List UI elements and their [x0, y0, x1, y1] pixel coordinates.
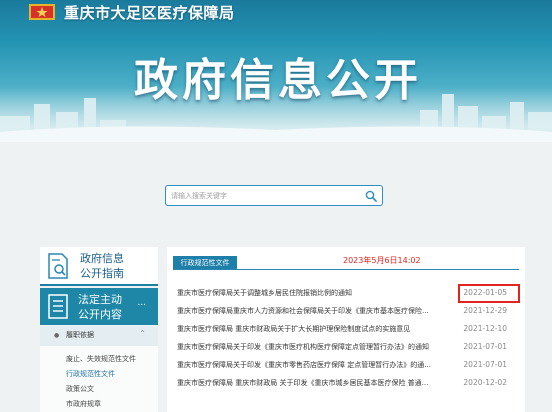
current-datetime: 2023年5月6日14:02	[343, 256, 421, 265]
list-item-date: 2021-12-10	[463, 324, 507, 333]
list-item-title[interactable]: 重庆市医疗保障局 重庆市财政局 关于印发《重庆市城乡居民基本医疗保险 普通...	[177, 378, 455, 388]
list-item-title[interactable]: 重庆市医疗保障局重庆市人力资源和社会保障局关于印发《重庆市基本医疗保险...	[177, 306, 455, 316]
submenu-item-active[interactable]: 行政规范性文件	[66, 369, 115, 379]
list-item[interactable]: 重庆市医疗保障局关于印发《重庆市零售药店医疗保障 定点管理暂行办法》的通... …	[177, 357, 519, 373]
page-title: 政府信息公开	[134, 55, 422, 106]
list-item[interactable]: 重庆市医疗保障局 重庆市财政局 关于印发《重庆市城乡居民基本医疗保险 普通...…	[177, 375, 519, 391]
submenu-item[interactable]: 废止、失效规范性文件	[66, 354, 136, 364]
list-item-date: 2021-12-29	[463, 306, 507, 315]
active-label-line2: 公开内容	[78, 308, 122, 321]
date-highlight-box	[458, 284, 520, 303]
tab-administrative-normative-documents[interactable]: 行政规范性文件	[173, 256, 237, 270]
submenu-item[interactable]: 政策公文	[66, 384, 94, 394]
more-indicator: ...	[137, 298, 146, 308]
active-label-line1: 法定主动	[78, 293, 122, 306]
sidebar-item-statutory-disclosure[interactable]: 法定主动 公开内容 ...	[40, 288, 158, 325]
emblem-logo-icon	[29, 4, 55, 20]
submenu-item[interactable]: 市政府规章	[66, 399, 101, 409]
list-item[interactable]: 重庆市医疗保障局关于印发《重庆市医疗机构医疗保障定点管理暂行办法》的通知 202…	[177, 339, 519, 355]
list-item[interactable]: 重庆市医疗保障局重庆市人力资源和社会保障局关于印发《重庆市基本医疗保险... 2…	[177, 303, 519, 319]
guide-label-line2: 公开指南	[80, 267, 124, 280]
list-item-title[interactable]: 重庆市医疗保障局关于印发《重庆市零售药店医疗保障 定点管理暂行办法》的通...	[177, 360, 455, 370]
chevron-up-icon[interactable]: ⌃	[139, 329, 146, 338]
bullet-icon: ●	[54, 332, 60, 339]
document-list-panel: 行政规范性文件 2023年5月6日14:02 重庆市医疗保障局关于调整城乡居民住…	[167, 247, 525, 412]
list-item-date: 2021-07-01	[463, 360, 507, 369]
list-item[interactable]: 重庆市医疗保障局 重庆市财政局关于扩大长期护理保险制度试点的实施意见 2021-…	[177, 321, 519, 337]
list-item-title[interactable]: 重庆市医疗保障局关于调整城乡居民住院报销比例的通知	[177, 288, 455, 298]
search-bar	[165, 185, 383, 206]
sidebar-submenu: ● 履职依据 ⌃ 废止、失效规范性文件 行政规范性文件 政策公文 市政府规章	[40, 326, 158, 412]
guide-label-line1: 政府信息	[80, 252, 124, 265]
document-list-icon	[48, 294, 68, 319]
header-banner: 重庆市大足区医疗保障局 政府信息公开	[0, 0, 552, 142]
submenu-group-header[interactable]: ● 履职依据 ⌃	[40, 326, 158, 346]
submenu-group-label: 履职依据	[66, 331, 94, 339]
list-item-title[interactable]: 重庆市医疗保障局关于印发《重庆市医疗机构医疗保障定点管理暂行办法》的通知	[177, 342, 455, 352]
site-name: 重庆市大足区医疗保障局	[64, 4, 235, 22]
sidebar-item-disclosure-guide[interactable]: 政府信息 公开指南	[40, 247, 158, 286]
search-icon[interactable]	[365, 190, 377, 202]
list-item-title[interactable]: 重庆市医疗保障局 重庆市财政局关于扩大长期护理保险制度试点的实施意见	[177, 324, 455, 334]
list-item-date: 2021-07-01	[463, 342, 507, 351]
document-search-icon	[48, 253, 68, 279]
list-item-date: 2020-12-02	[463, 378, 507, 387]
search-input[interactable]	[171, 188, 351, 203]
sidebar-guide-label: 政府信息 公开指南	[80, 251, 124, 281]
sidebar-active-label: 法定主动 公开内容	[78, 292, 122, 322]
tab-underline	[173, 269, 519, 270]
